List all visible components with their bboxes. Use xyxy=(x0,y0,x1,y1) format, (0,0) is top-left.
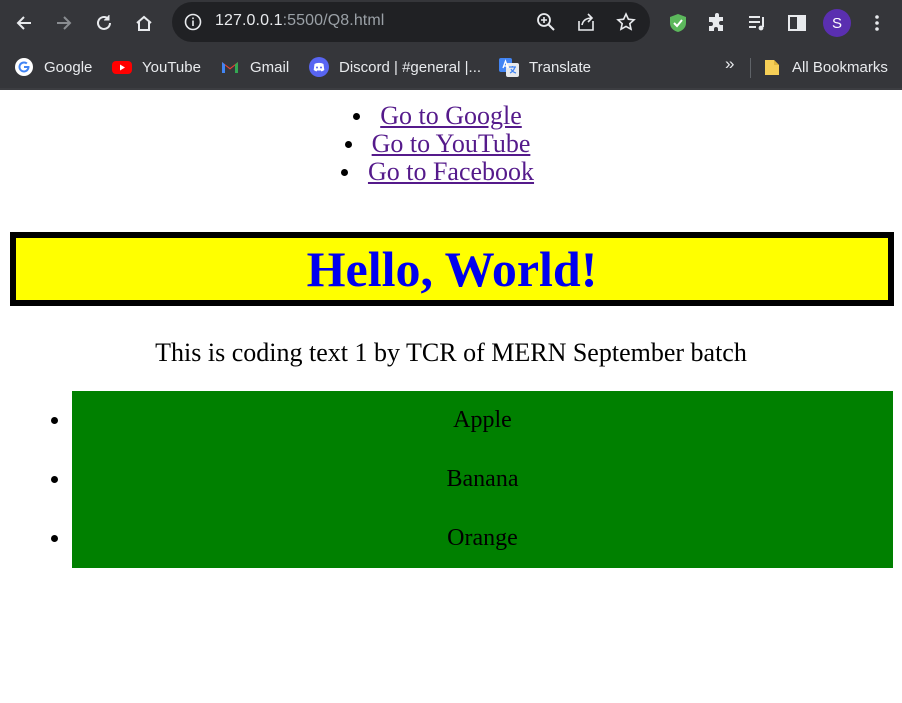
back-button[interactable] xyxy=(9,8,39,38)
google-link[interactable]: Go to Google xyxy=(380,101,522,130)
bookmark-discord[interactable]: Discord | #general |... xyxy=(309,56,481,78)
discord-icon xyxy=(309,57,329,77)
share-icon[interactable] xyxy=(576,12,596,37)
more-bookmarks-button[interactable]: » xyxy=(725,54,734,74)
bookmark-youtube[interactable]: YouTube xyxy=(112,56,201,78)
media-queue-icon[interactable] xyxy=(742,8,772,38)
home-icon xyxy=(136,15,152,31)
browser-toolbar: 127.0.0.1:5500/Q8.html S xyxy=(0,0,902,46)
youtube-link[interactable]: Go to YouTube xyxy=(372,129,531,158)
gmail-icon xyxy=(220,57,240,77)
page-content: Go to Google Go to YouTube Go to Faceboo… xyxy=(0,102,902,568)
list-item: Go to YouTube xyxy=(0,130,902,158)
link-list: Go to Google Go to YouTube Go to Faceboo… xyxy=(0,102,902,186)
all-bookmarks-label: All Bookmarks xyxy=(792,58,888,76)
bookmark-label: Translate xyxy=(529,58,591,76)
bookmark-label: Discord | #general |... xyxy=(339,58,482,76)
reload-button[interactable] xyxy=(89,8,119,38)
forward-button[interactable] xyxy=(49,8,79,38)
list-item: Go to Google xyxy=(0,102,902,130)
youtube-icon xyxy=(112,57,132,77)
url-host: 127.0.0.1 xyxy=(215,12,283,29)
fruit-item-banana: Banana xyxy=(51,450,893,509)
fruit-item-orange: Orange xyxy=(51,509,893,568)
fruit-list: Apple Banana Orange xyxy=(51,391,893,568)
bookmark-gmail[interactable]: Gmail xyxy=(220,56,289,78)
extensions-puzzle-icon[interactable] xyxy=(702,8,732,38)
fruit-item-apple: Apple xyxy=(51,391,893,450)
menu-kebab-icon[interactable] xyxy=(862,8,892,38)
address-bar[interactable]: 127.0.0.1:5500/Q8.html xyxy=(172,2,650,42)
hello-heading: Hello, World! xyxy=(10,232,894,306)
profile-avatar[interactable]: S xyxy=(823,9,851,37)
list-item: Go to Facebook xyxy=(0,158,902,186)
bookmark-google[interactable]: Google xyxy=(14,56,92,78)
bookmark-label: YouTube xyxy=(142,58,201,76)
reload-icon xyxy=(97,15,111,30)
site-info-icon[interactable] xyxy=(184,13,202,36)
bookmark-translate[interactable]: Translate xyxy=(499,56,591,78)
folder-icon xyxy=(762,57,782,77)
all-bookmarks-button[interactable]: All Bookmarks xyxy=(762,56,888,78)
translate-icon xyxy=(499,57,519,77)
forward-arrow-icon xyxy=(57,16,72,30)
bookmarks-divider xyxy=(750,58,751,78)
google-icon xyxy=(14,57,34,77)
home-button[interactable] xyxy=(129,8,159,38)
bookmark-label: Google xyxy=(44,58,93,76)
zoom-icon[interactable] xyxy=(536,12,556,37)
side-panel-icon[interactable] xyxy=(782,8,812,38)
bookmark-label: Gmail xyxy=(250,58,290,76)
bookmarks-bar: Google YouTube Gmail Discord | #general … xyxy=(0,46,902,90)
url-text: 127.0.0.1:5500/Q8.html xyxy=(215,12,384,30)
facebook-link[interactable]: Go to Facebook xyxy=(368,157,534,186)
back-arrow-icon xyxy=(16,16,31,30)
coding-paragraph: This is coding text 1 by TCR of MERN Sep… xyxy=(155,338,747,367)
shield-extension-icon[interactable] xyxy=(663,8,693,38)
url-path: :5500/Q8.html xyxy=(282,12,385,29)
bookmark-star-icon[interactable] xyxy=(616,12,636,37)
